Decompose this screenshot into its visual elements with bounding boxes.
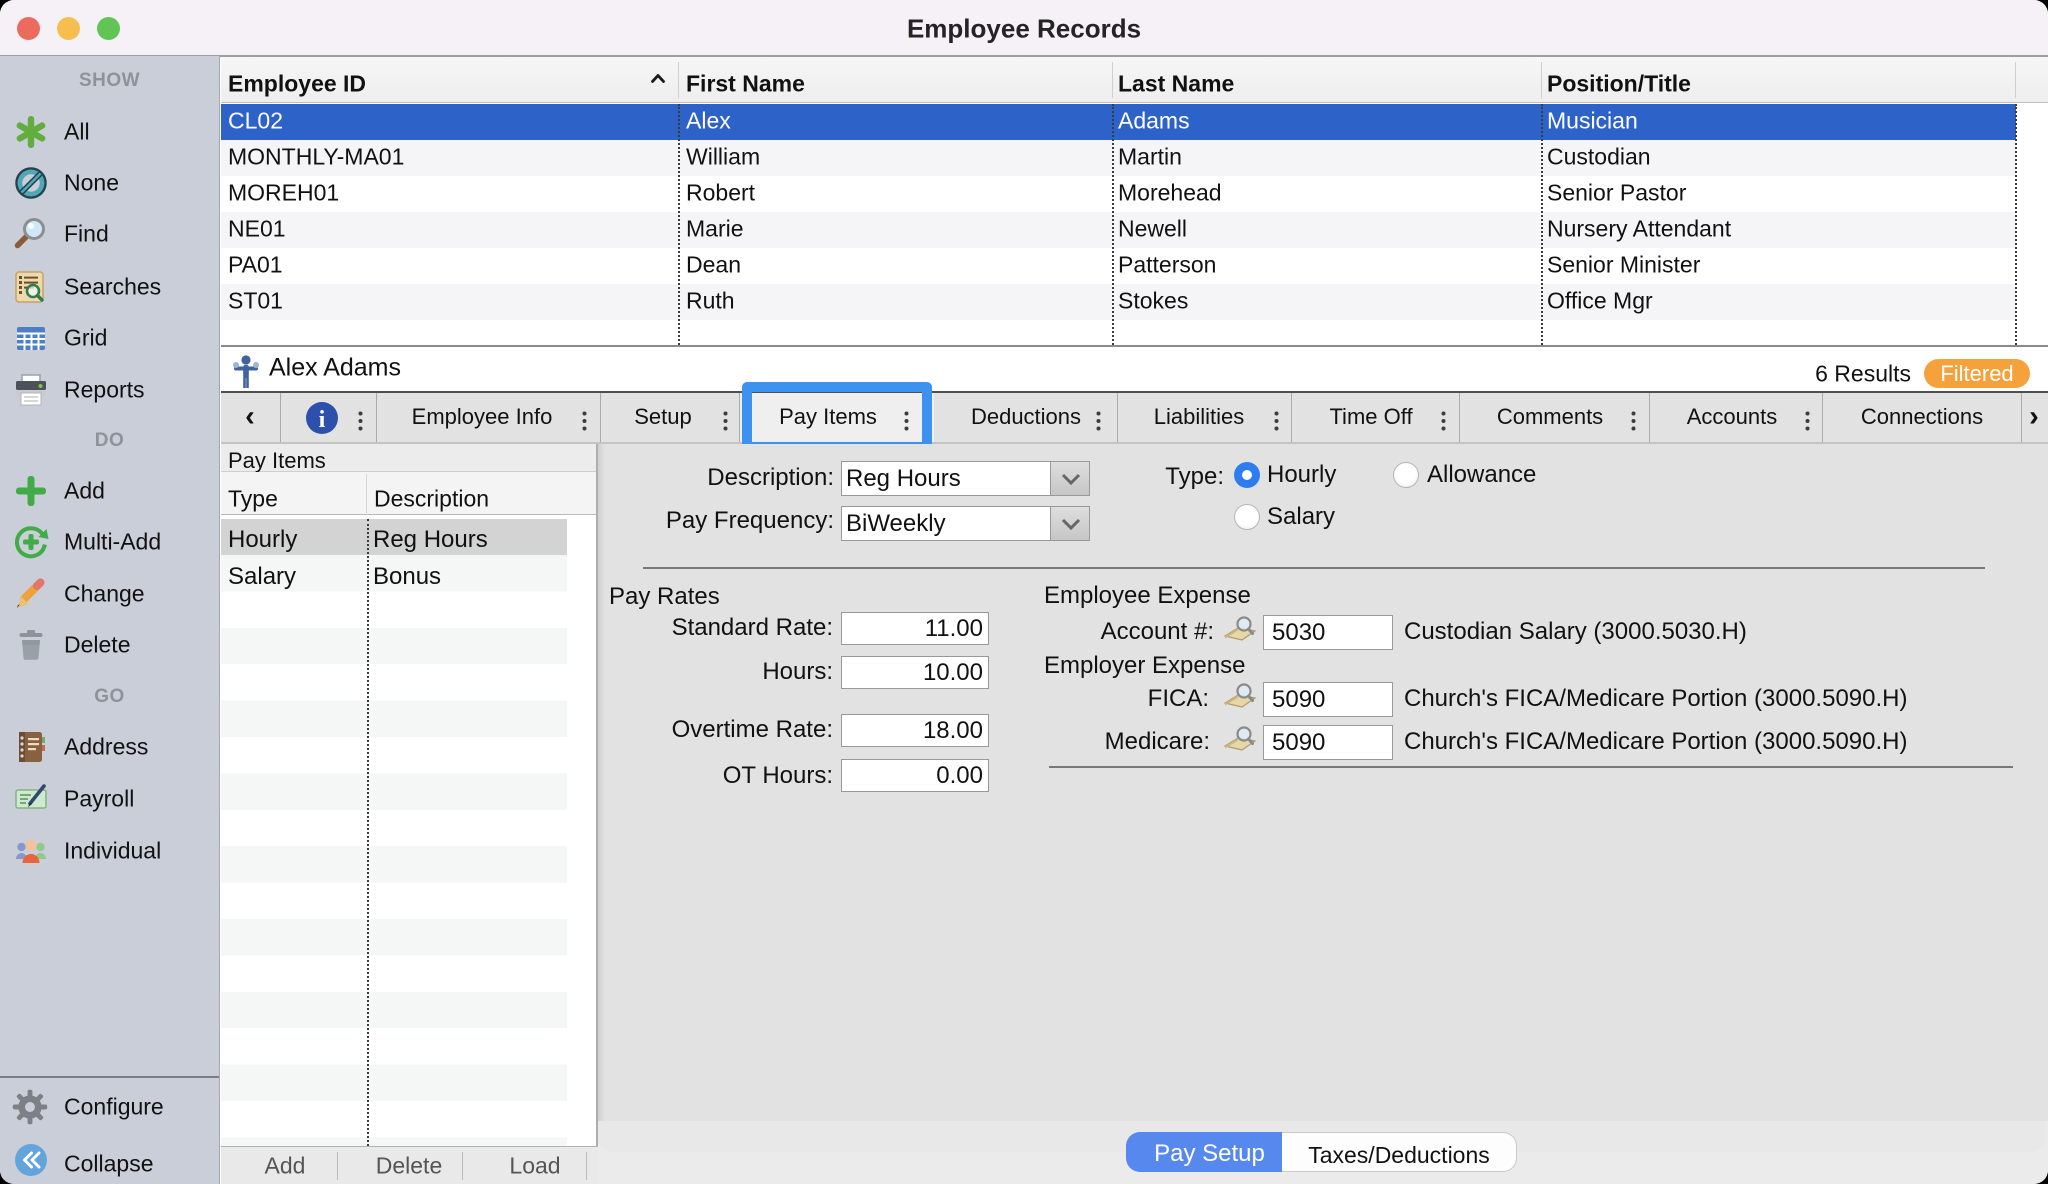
svg-text:i: i (319, 407, 326, 433)
